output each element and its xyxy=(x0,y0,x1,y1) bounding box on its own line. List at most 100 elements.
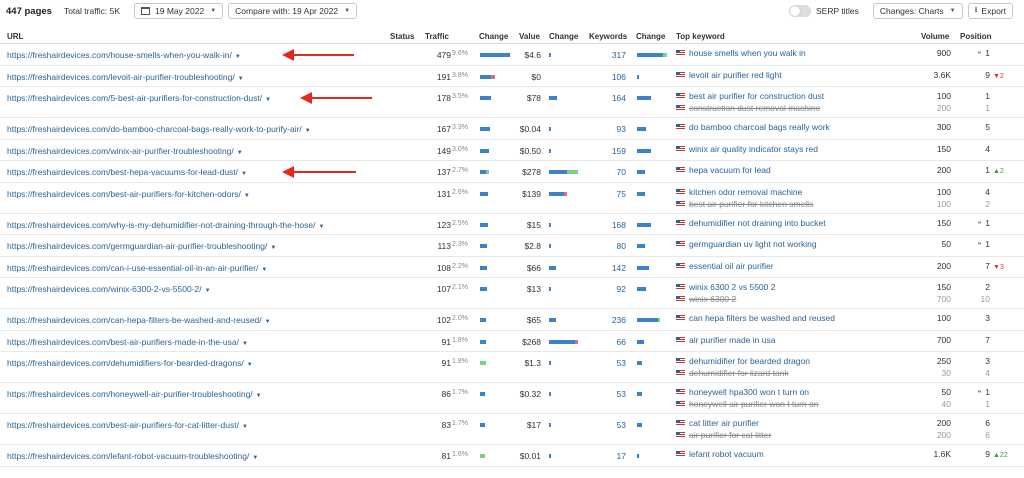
serp-titles-toggle[interactable] xyxy=(789,5,812,17)
table-row[interactable]: https://freshairdevices.com/honeywell-ai… xyxy=(0,383,1024,414)
table-row[interactable]: https://freshairdevices.com/why-is-my-de… xyxy=(0,214,1024,235)
url-link[interactable]: https://freshairdevices.com/best-air-pur… xyxy=(7,189,250,199)
top-keyword-text[interactable]: air purifier for cat litter xyxy=(689,430,771,440)
date-picker-button[interactable]: 19 May 2022 ▼ xyxy=(134,3,224,19)
keywords-count[interactable]: 159 xyxy=(588,146,626,156)
top-keyword-text[interactable]: germguardian uv light not working xyxy=(689,239,817,249)
chevron-down-icon[interactable]: ▼ xyxy=(261,267,267,273)
top-keyword-line[interactable]: winix 6300 2 vs 5500 2 xyxy=(676,281,775,293)
top-keyword-line[interactable]: best air purifier for kitchen smells xyxy=(676,198,813,210)
url-link[interactable]: https://freshairdevices.com/can-hepa-fil… xyxy=(7,315,271,325)
url-link[interactable]: https://freshairdevices.com/best-air-pur… xyxy=(7,420,248,430)
chevron-down-icon[interactable]: ▼ xyxy=(235,54,241,60)
top-keyword-line[interactable]: hepa vacuum for lead xyxy=(676,164,771,176)
url-text[interactable]: https://freshairdevices.com/5-best-air-p… xyxy=(7,93,262,103)
chevron-down-icon[interactable]: ▼ xyxy=(247,362,253,368)
chevron-down-icon[interactable]: ▼ xyxy=(244,193,250,199)
top-keyword-text[interactable]: hepa vacuum for lead xyxy=(689,165,771,175)
col-volume[interactable]: Volume xyxy=(921,32,949,41)
top-keyword-line[interactable]: cat litter air purifier xyxy=(676,417,771,429)
chevron-down-icon[interactable]: ▼ xyxy=(252,455,258,461)
url-text[interactable]: https://freshairdevices.com/germguardian… xyxy=(7,241,267,251)
top-keyword-text[interactable]: cat litter air purifier xyxy=(689,418,759,428)
table-row[interactable]: https://freshairdevices.com/best-hepa-va… xyxy=(0,161,1024,183)
top-keyword-line[interactable]: best air purifier for construction dust xyxy=(676,90,824,102)
top-keyword-line[interactable]: dehumidifier not draining into bucket xyxy=(676,217,826,229)
url-text[interactable]: https://freshairdevices.com/honeywell-ai… xyxy=(7,389,253,399)
compare-date-button[interactable]: Compare with: 19 Apr 2022 ▼ xyxy=(228,3,358,19)
chevron-down-icon[interactable]: ▼ xyxy=(205,288,211,294)
url-link[interactable]: https://freshairdevices.com/germguardian… xyxy=(7,241,276,251)
export-button[interactable]: ⭳ Export xyxy=(967,3,1013,19)
url-text[interactable]: https://freshairdevices.com/do-bamboo-ch… xyxy=(7,124,302,134)
url-link[interactable]: https://freshairdevices.com/can-i-use-es… xyxy=(7,263,267,273)
col-position[interactable]: Position xyxy=(960,32,992,41)
table-row[interactable]: https://freshairdevices.com/best-air-pur… xyxy=(0,331,1024,352)
keywords-count[interactable]: 236 xyxy=(588,315,626,325)
top-keyword-text[interactable]: winix 6300 2 vs 5500 2 xyxy=(689,282,775,292)
keywords-count[interactable]: 93 xyxy=(588,124,626,134)
chevron-down-icon[interactable]: ▼ xyxy=(319,224,325,230)
table-row[interactable]: https://freshairdevices.com/5-best-air-p… xyxy=(0,87,1024,118)
top-keyword-line[interactable]: honeywell hpa300 won t turn on xyxy=(676,386,818,398)
keywords-count[interactable]: 53 xyxy=(588,389,626,399)
top-keyword-text[interactable]: can hepa filters be washed and reused xyxy=(689,313,835,323)
top-keyword-line[interactable]: can hepa filters be washed and reused xyxy=(676,312,835,324)
keywords-count[interactable]: 66 xyxy=(588,337,626,347)
table-row[interactable]: https://freshairdevices.com/winix-air-pu… xyxy=(0,140,1024,161)
top-keyword-text[interactable]: essential oil air purifier xyxy=(689,261,774,271)
table-row[interactable]: https://freshairdevices.com/winix-6300-2… xyxy=(0,278,1024,309)
url-link[interactable]: https://freshairdevices.com/honeywell-ai… xyxy=(7,389,262,399)
top-keyword-text[interactable]: air purifier made in usa xyxy=(689,335,775,345)
url-text[interactable]: https://freshairdevices.com/best-air-pur… xyxy=(7,337,239,347)
keywords-count[interactable]: 168 xyxy=(588,220,626,230)
url-text[interactable]: https://freshairdevices.com/house-smells… xyxy=(7,50,232,60)
top-keyword-line[interactable]: house smells when you walk in xyxy=(676,47,806,59)
chevron-down-icon[interactable]: ▼ xyxy=(305,128,311,134)
top-keyword-line[interactable]: dehumidifier for bearded dragon xyxy=(676,355,810,367)
top-keyword-text[interactable]: do bamboo charcoal bags really work xyxy=(689,122,830,132)
top-keyword-line[interactable]: air purifier made in usa xyxy=(676,334,775,346)
url-link[interactable]: https://freshairdevices.com/do-bamboo-ch… xyxy=(7,124,311,134)
keywords-count[interactable]: 70 xyxy=(588,167,626,177)
top-keyword-text[interactable]: best air purifier for kitchen smells xyxy=(689,199,813,209)
top-keyword-line[interactable]: lefant robot vacuum xyxy=(676,448,764,460)
top-keyword-line[interactable]: honeywell air purifier won t turn on xyxy=(676,398,818,410)
table-row[interactable]: https://freshairdevices.com/germguardian… xyxy=(0,235,1024,257)
chevron-down-icon[interactable]: ▼ xyxy=(241,171,247,177)
table-row[interactable]: https://freshairdevices.com/dehumidifier… xyxy=(0,352,1024,383)
top-keyword-text[interactable]: kitchen odor removal machine xyxy=(689,187,802,197)
chevron-down-icon[interactable]: ▼ xyxy=(256,393,262,399)
url-text[interactable]: https://freshairdevices.com/why-is-my-de… xyxy=(7,220,316,230)
chevron-down-icon[interactable]: ▼ xyxy=(265,319,271,325)
keywords-count[interactable]: 17 xyxy=(588,451,626,461)
col-keywords-change[interactable]: Change xyxy=(636,32,665,41)
url-text[interactable]: https://freshairdevices.com/best-air-pur… xyxy=(7,420,239,430)
url-link[interactable]: https://freshairdevices.com/house-smells… xyxy=(7,50,241,60)
keywords-count[interactable]: 53 xyxy=(588,358,626,368)
url-link[interactable]: https://freshairdevices.com/5-best-air-p… xyxy=(7,93,271,103)
url-text[interactable]: https://freshairdevices.com/can-i-use-es… xyxy=(7,263,258,273)
chevron-down-icon[interactable]: ▼ xyxy=(238,76,244,82)
top-keyword-text[interactable]: honeywell hpa300 won t turn on xyxy=(689,387,809,397)
top-keyword-line[interactable]: winix 6300 2 xyxy=(676,293,775,305)
url-text[interactable]: https://freshairdevices.com/dehumidifier… xyxy=(7,358,244,368)
col-top-keyword[interactable]: Top keyword xyxy=(676,32,725,41)
keywords-count[interactable]: 317 xyxy=(588,50,626,60)
url-link[interactable]: https://freshairdevices.com/levoit-air-p… xyxy=(7,72,244,82)
top-keyword-text[interactable]: winix 6300 2 xyxy=(689,294,736,304)
url-link[interactable]: https://freshairdevices.com/dehumidifier… xyxy=(7,358,253,368)
top-keyword-text[interactable]: construction dust removal machine xyxy=(689,103,820,113)
top-keyword-line[interactable]: do bamboo charcoal bags really work xyxy=(676,121,830,133)
col-value[interactable]: Value xyxy=(519,32,540,41)
top-keyword-text[interactable]: levoit air purifier red light xyxy=(689,70,782,80)
keywords-count[interactable]: 75 xyxy=(588,189,626,199)
url-text[interactable]: https://freshairdevices.com/winix-air-pu… xyxy=(7,146,234,156)
table-row[interactable]: https://freshairdevices.com/levoit-air-p… xyxy=(0,66,1024,87)
url-link[interactable]: https://freshairdevices.com/best-air-pur… xyxy=(7,337,248,347)
col-traffic-change[interactable]: Change xyxy=(479,32,508,41)
table-row[interactable]: https://freshairdevices.com/best-air-pur… xyxy=(0,414,1024,445)
top-keyword-line[interactable]: winix air quality indicator stays red xyxy=(676,143,818,155)
chevron-down-icon[interactable]: ▼ xyxy=(237,150,243,156)
top-keyword-line[interactable]: essential oil air purifier xyxy=(676,260,774,272)
